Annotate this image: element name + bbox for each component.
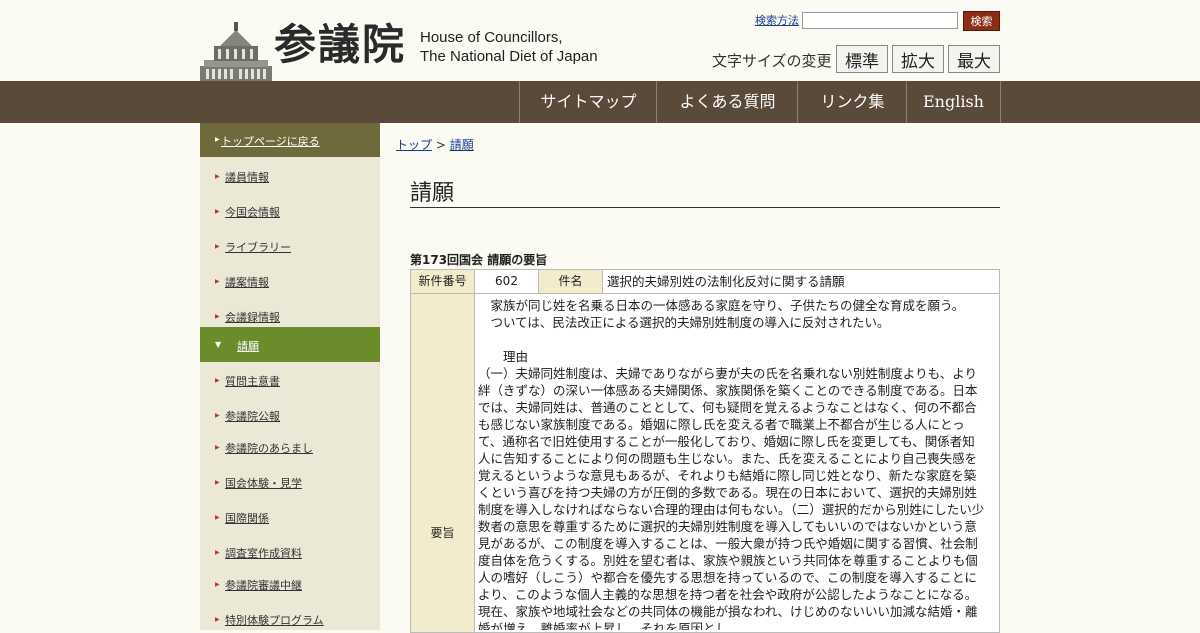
petition-summary-text: 家族が同じ姓を名乗る日本の一体感ある家庭を守り、子供たちの健全な育成を願う。 つ… [478, 298, 985, 630]
logo-english-line1: House of Councillors, [420, 29, 563, 46]
arrow-right-icon: ▶ [215, 208, 220, 215]
sidebar-item-label: トップページに戻る [221, 135, 320, 148]
font-size-standard-button[interactable]: 標準 [836, 45, 888, 73]
sidebar-item-label: ライブラリー [225, 241, 291, 254]
logo-english[interactable]: House of Councillors, The National Diet … [420, 28, 598, 66]
sidebar-item-label: 参議院公報 [225, 410, 280, 423]
label-subject-cell: 件名 [538, 269, 603, 294]
sidebar-item-label: 請願 [237, 340, 259, 353]
arrow-down-icon: ▼ [215, 340, 222, 349]
breadcrumb-separator: > [435, 138, 446, 152]
arrow-right-icon: ▶ [215, 313, 220, 320]
petition-subject: 選択的夫婦別姓の法制化反対に関する請願 [607, 274, 845, 289]
number-cell: 602 [474, 269, 539, 294]
nav-sitemap[interactable]: サイトマップ [519, 81, 657, 123]
sidebar-item-label: 議案情報 [225, 276, 269, 289]
sidebar-item-petitions[interactable]: ▼ 請願 [200, 327, 380, 362]
arrow-right-icon: ▶ [215, 173, 220, 180]
sidebar-item-label: 特別体験プログラム [225, 614, 324, 627]
font-size-largest-button[interactable]: 最大 [948, 45, 1000, 73]
session-heading: 第173回国会 請願の要旨 [410, 253, 548, 267]
page-title: 請願 [410, 175, 1000, 208]
sidebar-item-label: 参議院のあらまし [225, 442, 313, 455]
font-size-label: 文字サイズの変更 [712, 52, 832, 70]
global-nav: サイトマップ よくある質問 リンク集 English [0, 81, 1200, 123]
search-input[interactable] [802, 12, 958, 29]
breadcrumb-current-link[interactable]: 請願 [450, 138, 474, 152]
nav-faq[interactable]: よくある質問 [656, 81, 798, 123]
arrow-right-icon: ▶ [215, 278, 220, 285]
petition-number: 602 [495, 274, 518, 288]
sidebar-item-label: 会議録情報 [225, 311, 280, 324]
sidebar-item-label: 議員情報 [225, 171, 269, 184]
arrow-right-icon: ▶ [215, 444, 220, 451]
search-button[interactable]: 検索 [963, 11, 1000, 31]
arrow-right-icon: ▶ [215, 136, 220, 143]
arrow-right-icon: ▶ [215, 479, 220, 486]
breadcrumb: トップ > 請願 [396, 136, 474, 153]
nav-english[interactable]: English [906, 81, 1001, 123]
label-number: 新件番号 [418, 274, 467, 288]
label-summary-cell: 要旨 [410, 293, 475, 633]
subject-cell: 選択的夫婦別姓の法制化反対に関する請願 [602, 269, 1000, 294]
sidebar-item-label: 質問主意書 [225, 375, 280, 388]
search-help-link[interactable]: 検索方法 [755, 12, 799, 28]
diet-building-icon [200, 22, 272, 81]
logo-english-line2: The National Diet of Japan [420, 48, 598, 65]
sidebar-item-label: 調査室作成資料 [225, 547, 302, 560]
sidebar-item-label: 国会体験・見学 [225, 477, 302, 490]
label-summary: 要旨 [430, 526, 455, 540]
label-number-cell: 新件番号 [410, 269, 475, 294]
sidebar-item-label: 参議院審議中継 [225, 579, 302, 592]
sidebar-item-label: 今国会情報 [225, 206, 280, 219]
arrow-right-icon: ▶ [215, 412, 220, 419]
font-size-large-button[interactable]: 拡大 [892, 45, 944, 73]
sidebar: ▶ トップページに戻る ▶ 議員情報 ▶ 今国会情報 ▶ ライブラリー ▶ 議案情報 ▶… [200, 123, 380, 630]
sidebar-item-back-to-top[interactable]: ▶ トップページに戻る [200, 123, 380, 157]
label-subject: 件名 [558, 274, 583, 288]
sidebar-item-label: 国際関係 [225, 512, 269, 525]
breadcrumb-home-link[interactable]: トップ [396, 138, 432, 152]
site-header: 参議院 House of Councillors, The National D… [0, 0, 1200, 81]
arrow-right-icon: ▶ [215, 243, 220, 250]
arrow-right-icon: ▶ [215, 549, 220, 556]
arrow-right-icon: ▶ [215, 581, 220, 588]
logo-kanji[interactable]: 参議院 [274, 20, 406, 70]
arrow-right-icon: ▶ [215, 377, 220, 384]
arrow-right-icon: ▶ [215, 514, 220, 521]
arrow-right-icon: ▶ [215, 616, 220, 623]
nav-links[interactable]: リンク集 [797, 81, 907, 123]
